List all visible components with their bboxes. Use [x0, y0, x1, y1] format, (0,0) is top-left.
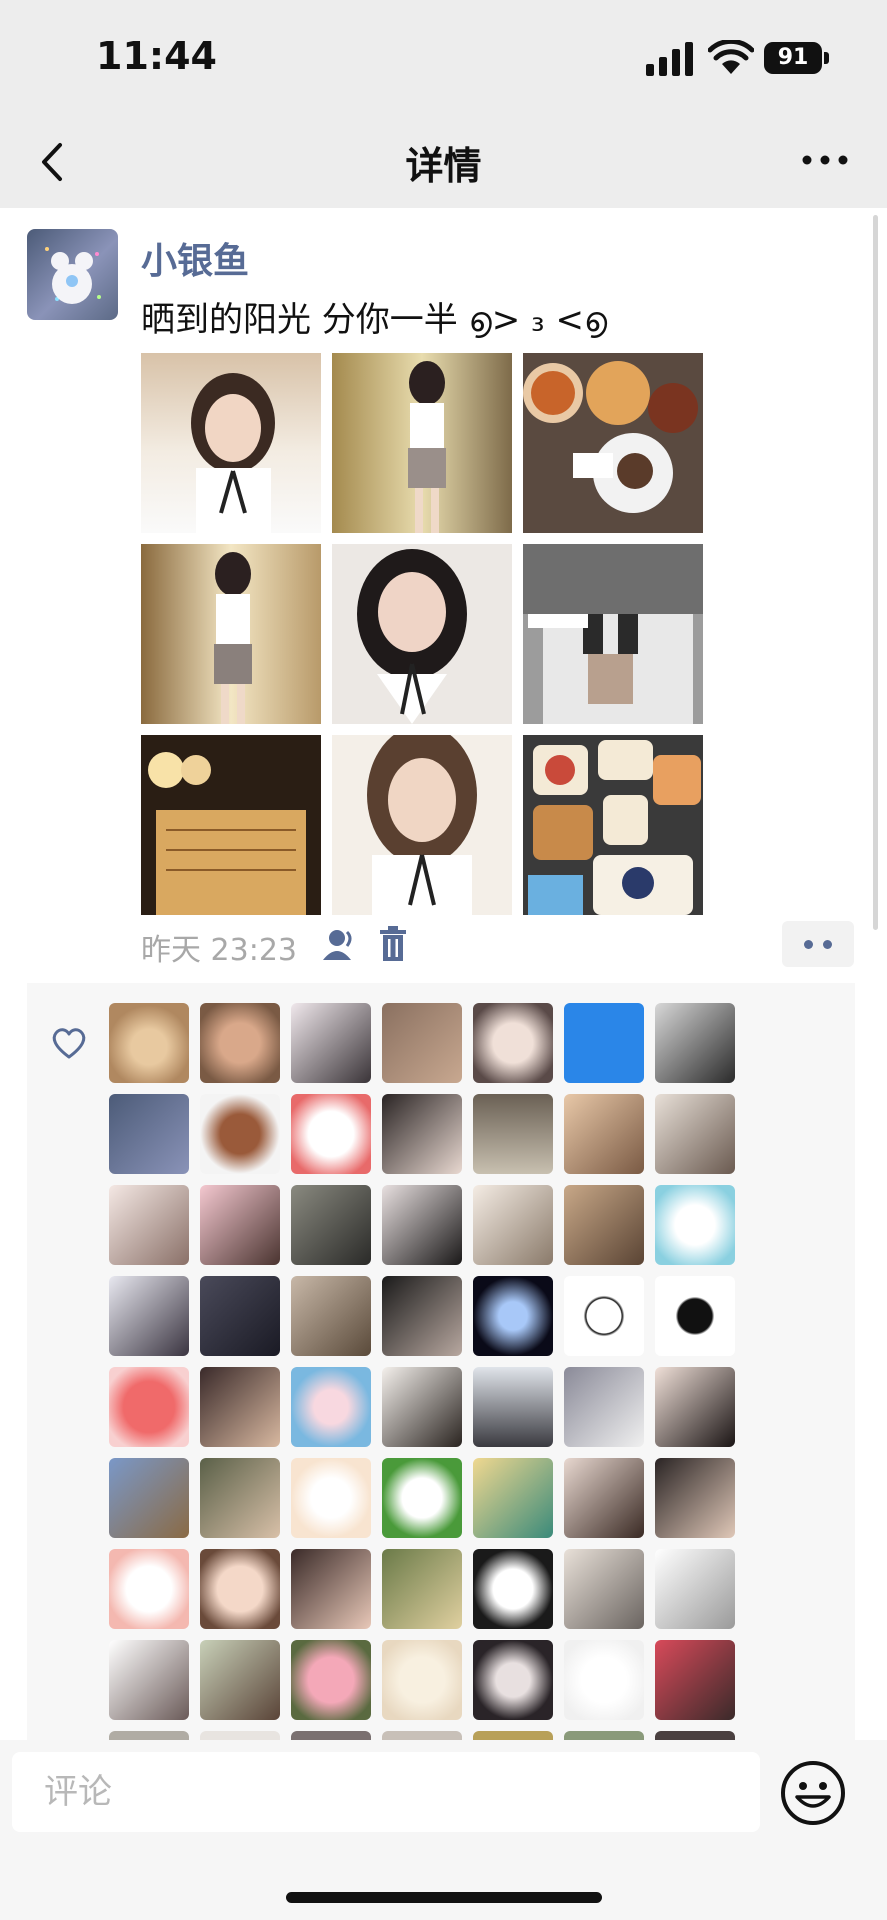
comment-input[interactable] [12, 1752, 760, 1832]
emoji-icon[interactable] [779, 1759, 847, 1827]
like-avatar[interactable] [382, 1094, 462, 1174]
like-avatar[interactable] [382, 1640, 462, 1720]
like-avatar[interactable] [200, 1276, 280, 1356]
like-avatar[interactable] [291, 1640, 371, 1720]
like-avatar[interactable] [109, 1458, 189, 1538]
photo-selfie-2[interactable] [332, 544, 512, 724]
post-text: 晒到的阳光 分你一半 ൭> ₃ <൭ [141, 300, 608, 340]
photo-grid [141, 353, 704, 915]
like-avatar[interactable] [200, 1003, 280, 1083]
like-avatar[interactable] [382, 1549, 462, 1629]
photo-desserts[interactable] [523, 735, 703, 915]
like-avatar[interactable] [200, 1640, 280, 1720]
like-avatar[interactable] [291, 1276, 371, 1356]
like-avatar[interactable] [382, 1367, 462, 1447]
like-avatar[interactable] [473, 1367, 553, 1447]
like-avatar[interactable] [473, 1003, 553, 1083]
like-avatar[interactable] [564, 1367, 644, 1447]
like-avatar[interactable] [291, 1185, 371, 1265]
like-avatar[interactable] [109, 1094, 189, 1174]
like-avatar[interactable] [564, 1458, 644, 1538]
like-avatar[interactable] [655, 1185, 735, 1265]
action-dot [804, 940, 813, 949]
like-avatar[interactable] [655, 1276, 735, 1356]
like-avatar[interactable] [291, 1458, 371, 1538]
status-time: 11:44 [96, 34, 217, 78]
like-avatar[interactable] [655, 1549, 735, 1629]
like-avatar[interactable] [655, 1094, 735, 1174]
nickname[interactable]: 小银鱼 [141, 232, 249, 284]
signal-icon [646, 42, 693, 76]
like-avatar-grid [109, 1003, 735, 1811]
wifi-icon [708, 40, 754, 74]
like-avatar[interactable] [200, 1367, 280, 1447]
heart-outline-icon [52, 1028, 86, 1059]
avatar-bear-icon [45, 247, 101, 304]
like-avatar[interactable] [655, 1640, 735, 1720]
like-avatar[interactable] [473, 1276, 553, 1356]
like-avatar[interactable] [473, 1640, 553, 1720]
friends-icon[interactable] [321, 928, 357, 962]
like-avatar[interactable] [382, 1185, 462, 1265]
like-avatar[interactable] [564, 1549, 644, 1629]
more-dots-icon[interactable] [782, 921, 854, 967]
like-avatar[interactable] [109, 1549, 189, 1629]
like-avatar[interactable] [291, 1003, 371, 1083]
like-avatar[interactable] [564, 1094, 644, 1174]
like-avatar[interactable] [564, 1276, 644, 1356]
status-bar: 11:44 91 [0, 0, 887, 115]
navigation-bar: 详情 [0, 115, 887, 208]
like-avatar[interactable] [200, 1549, 280, 1629]
more-horizontal-icon[interactable] [800, 145, 850, 175]
like-avatar[interactable] [473, 1094, 553, 1174]
like-avatar[interactable] [291, 1367, 371, 1447]
battery-tip [824, 52, 829, 64]
like-avatar[interactable] [109, 1185, 189, 1265]
like-avatar[interactable] [200, 1094, 280, 1174]
post-timestamp: 昨天 23:23 [141, 933, 297, 968]
battery-indicator: 91 [764, 42, 822, 74]
like-avatar[interactable] [109, 1003, 189, 1083]
like-avatar[interactable] [473, 1549, 553, 1629]
like-avatar[interactable] [382, 1276, 462, 1356]
like-avatar[interactable] [655, 1367, 735, 1447]
photo-legs[interactable] [523, 544, 703, 724]
like-avatar[interactable] [473, 1458, 553, 1538]
photo-outfit-1[interactable] [332, 353, 512, 533]
home-indicator [286, 1892, 602, 1903]
photo-outfit-2[interactable] [141, 544, 321, 724]
photo-food-pizza[interactable] [523, 353, 703, 533]
scroll-indicator[interactable] [873, 215, 878, 930]
like-avatar[interactable] [200, 1458, 280, 1538]
trash-icon[interactable] [380, 926, 406, 962]
action-dot [823, 940, 832, 949]
like-avatar[interactable] [564, 1003, 644, 1083]
avatar[interactable] [27, 229, 118, 320]
like-avatar[interactable] [564, 1640, 644, 1720]
photo-selfie-1[interactable] [141, 353, 321, 533]
like-avatar[interactable] [109, 1367, 189, 1447]
photo-candle-book[interactable] [141, 735, 321, 915]
like-avatar[interactable] [473, 1185, 553, 1265]
page-title: 详情 [405, 144, 482, 188]
comment-bar [0, 1740, 887, 1920]
like-avatar[interactable] [109, 1640, 189, 1720]
like-avatar[interactable] [564, 1185, 644, 1265]
like-avatar[interactable] [291, 1549, 371, 1629]
like-avatar[interactable] [382, 1458, 462, 1538]
photo-selfie-3[interactable] [332, 735, 512, 915]
like-avatar[interactable] [655, 1458, 735, 1538]
like-avatar[interactable] [655, 1003, 735, 1083]
like-avatar[interactable] [109, 1276, 189, 1356]
like-avatar[interactable] [200, 1185, 280, 1265]
like-avatar[interactable] [291, 1094, 371, 1174]
like-avatar[interactable] [382, 1003, 462, 1083]
